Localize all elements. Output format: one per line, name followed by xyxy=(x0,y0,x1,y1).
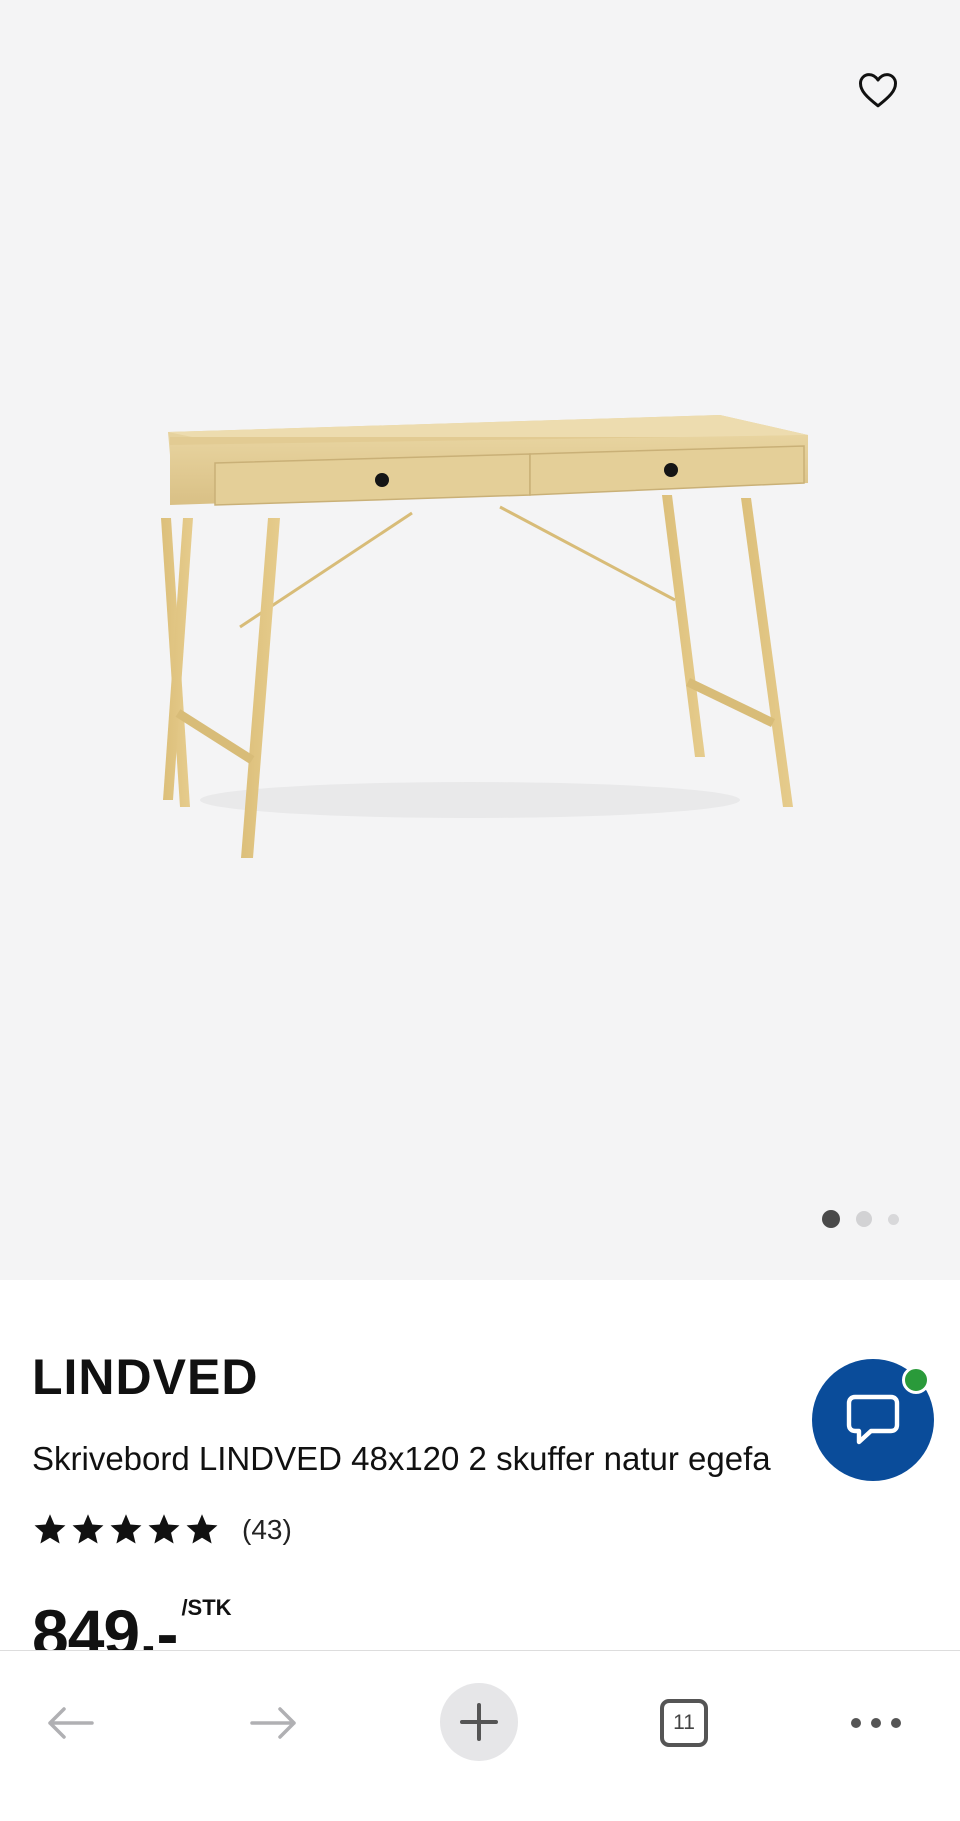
more-button[interactable] xyxy=(846,1697,906,1749)
back-button[interactable] xyxy=(40,1693,100,1753)
star-icon xyxy=(72,1514,104,1544)
star-icon xyxy=(110,1514,142,1544)
star-icon xyxy=(186,1514,218,1544)
forward-button[interactable] xyxy=(244,1693,304,1753)
product-brand: LINDVED xyxy=(32,1349,259,1405)
arrow-left-icon xyxy=(48,1707,94,1739)
online-status-indicator xyxy=(902,1366,930,1394)
new-tab-button[interactable] xyxy=(440,1683,518,1761)
plus-icon xyxy=(460,1703,498,1741)
rating-stars xyxy=(32,1512,222,1548)
ellipsis-icon xyxy=(851,1718,901,1728)
product-rating[interactable]: (43) xyxy=(32,1512,292,1548)
tab-count: 11 xyxy=(660,1699,708,1747)
favorite-button[interactable] xyxy=(853,65,903,115)
star-icon xyxy=(148,1514,180,1544)
price-block: 849,-/STK xyxy=(32,1595,432,1650)
speech-bubble-icon xyxy=(846,1394,900,1445)
product-gallery[interactable] xyxy=(0,0,960,1280)
review-count[interactable]: (43) xyxy=(242,1514,292,1546)
heart-outline-icon xyxy=(859,73,897,108)
product-image-desk xyxy=(161,415,808,858)
price: 849,- xyxy=(32,1596,178,1650)
tabs-button[interactable]: 11 xyxy=(658,1697,710,1749)
price-unit: /STK xyxy=(181,1595,232,1620)
gallery-pagination xyxy=(822,1209,899,1229)
product-name: Skrivebord LINDVED 48x120 2 skuffer natu… xyxy=(32,1440,771,1477)
pagination-dot-1[interactable] xyxy=(822,1210,840,1228)
browser-toolbar: 11 xyxy=(0,1650,960,1821)
arrow-right-icon xyxy=(250,1707,296,1739)
pagination-dot-2[interactable] xyxy=(856,1211,872,1227)
pagination-dot-3[interactable] xyxy=(888,1213,899,1225)
star-icon xyxy=(34,1514,66,1544)
